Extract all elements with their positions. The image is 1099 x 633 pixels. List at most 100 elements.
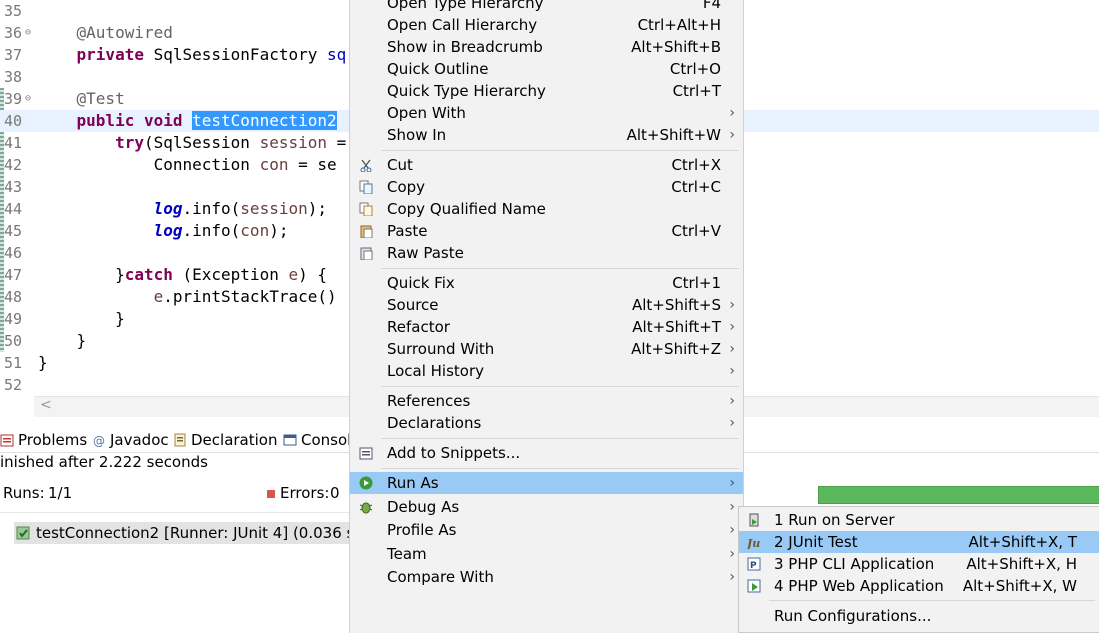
tab-label: Declaration: [191, 431, 278, 449]
menu-item-cut[interactable]: Cut Ctrl+X: [350, 154, 743, 176]
menu-item-quick-type-hierarchy[interactable]: Quick Type Hierarchy Ctrl+T: [350, 80, 743, 102]
menu-item-shortcut: Alt+Shift+Z: [631, 340, 721, 358]
menu-item-label: Cut: [387, 156, 413, 174]
menu-item-open-call-hierarchy[interactable]: Open Call Hierarchy Ctrl+Alt+H: [350, 14, 743, 36]
menu-item-shortcut: F4: [702, 0, 721, 12]
menu-item-label: Quick Fix: [387, 274, 455, 292]
menu-item-add-to-snippets[interactable]: Add to Snippets...: [350, 442, 743, 464]
code-text: }: [38, 353, 48, 372]
menu-item-shortcut: Alt+Shift+W: [626, 126, 721, 144]
menu-item-debug-as[interactable]: Debug As ›: [350, 496, 743, 518]
context-menu: Open Type Hierarchy F4 Open Call Hierarchy…: [349, 0, 744, 633]
error-icon: [267, 490, 275, 498]
menu-item-copy-qualified-name[interactable]: Copy Qualified Name: [350, 198, 743, 220]
tab-label: Javadoc: [110, 431, 169, 449]
menu-item-label: Show in Breadcrumb: [387, 38, 543, 56]
line-number: 46: [4, 244, 23, 262]
menu-item-shortcut: Ctrl+1: [672, 274, 721, 292]
run-icon: [359, 476, 373, 490]
runs-label: Runs:: [3, 484, 45, 502]
menu-separator: [381, 468, 739, 469]
menu-item-label: Refactor: [387, 318, 450, 336]
menu-item-open-type-hierarchy[interactable]: Open Type Hierarchy F4: [350, 0, 743, 14]
menu-separator: [769, 600, 1095, 601]
menu-item-references[interactable]: References ›: [350, 390, 743, 412]
tab-javadoc[interactable]: @ Javadoc: [92, 429, 169, 451]
menu-item-compare-with[interactable]: Compare With ›: [350, 566, 743, 588]
menu-item-shortcut: Ctrl+Alt+H: [637, 16, 721, 34]
line-number: 45: [4, 222, 23, 240]
chevron-right-icon: ›: [729, 127, 735, 143]
menu-item-source[interactable]: Source Alt+Shift+S ›: [350, 294, 743, 316]
menu-separator: [381, 438, 739, 439]
menu-item-local-history[interactable]: Local History ›: [350, 360, 743, 382]
errors-value: 0: [330, 484, 340, 502]
code-text: @Test: [76, 89, 125, 108]
menu-item-quick-outline[interactable]: Quick Outline Ctrl+O: [350, 58, 743, 80]
test-result-label: testConnection2 [Runner: JUnit 4] (0.036…: [36, 524, 361, 542]
svg-text:@: @: [93, 434, 105, 447]
menu-item-label: Copy Qualified Name: [387, 200, 546, 218]
chevron-right-icon: ›: [729, 105, 735, 121]
paste-icon: [360, 225, 373, 238]
menu-item-open-with[interactable]: Open With ›: [350, 102, 743, 124]
tab-declaration[interactable]: Declaration: [173, 429, 277, 451]
chevron-right-icon: ›: [729, 363, 735, 379]
menu-item-paste[interactable]: Paste Ctrl+V: [350, 220, 743, 242]
submenu-item-label: 3 PHP CLI Application: [774, 555, 935, 573]
line-number: 37: [4, 46, 23, 64]
submenu-item-shortcut: Alt+Shift+X, H: [966, 555, 1077, 573]
chevron-right-icon: ›: [729, 569, 735, 586]
menu-item-show-in-breadcrumb[interactable]: Show in Breadcrumb Alt+Shift+B: [350, 36, 743, 58]
submenu-item-run-configurations[interactable]: Run Configurations...: [739, 605, 1099, 627]
chevron-right-icon: ›: [729, 319, 735, 335]
submenu-item-label: 2 JUnit Test: [774, 533, 858, 551]
line-number: 50: [4, 332, 23, 350]
menu-item-label: Declarations: [387, 414, 482, 432]
scroll-left-icon[interactable]: <: [40, 397, 52, 413]
menu-item-team[interactable]: Team ›: [350, 543, 743, 565]
code-text: @Autowired: [76, 23, 173, 42]
menu-separator: [381, 268, 739, 269]
menu-item-quick-fix[interactable]: Quick Fix Ctrl+1: [350, 272, 743, 294]
svg-text:Ju: Ju: [747, 537, 760, 549]
test-result-row[interactable]: testConnection2 [Runner: JUnit 4] (0.036…: [14, 522, 365, 544]
line-number: 52: [4, 376, 23, 394]
menu-item-label: Paste: [387, 222, 428, 240]
svg-text:P: P: [750, 561, 757, 571]
line-number: 44: [4, 200, 23, 218]
submenu-item-3-php-cli-application[interactable]: P 3 PHP CLI Application Alt+Shift+X, H: [739, 553, 1099, 575]
code-text: public void testConnection2: [76, 111, 337, 130]
submenu-item-2-junit-test[interactable]: Ju 2 JUnit Test Alt+Shift+X, T: [739, 531, 1099, 553]
menu-item-shortcut: Ctrl+T: [672, 82, 721, 100]
code-text: e.printStackTrace(): [153, 287, 337, 306]
menu-item-label: Quick Outline: [387, 60, 489, 78]
menu-item-shortcut: Ctrl+V: [671, 222, 721, 240]
menu-item-surround-with[interactable]: Surround With Alt+Shift+Z ›: [350, 338, 743, 360]
line-number: 48: [4, 288, 23, 306]
menu-item-label: Show In: [387, 126, 447, 144]
menu-item-copy[interactable]: Copy Ctrl+C: [350, 176, 743, 198]
fold-icon[interactable]: ⊖: [25, 22, 31, 44]
snippets-icon: [359, 447, 373, 460]
runs-value: 1/1: [48, 484, 73, 502]
fold-icon[interactable]: ⊖: [25, 88, 31, 110]
menu-item-label: Profile As: [387, 521, 457, 540]
submenu-item-4-php-web-application[interactable]: 4 PHP Web Application Alt+Shift+X, W: [739, 575, 1099, 597]
menu-item-refactor[interactable]: Refactor Alt+Shift+T ›: [350, 316, 743, 338]
tab-problems[interactable]: Problems: [0, 429, 87, 451]
submenu-item-1-run-on-server[interactable]: 1 Run on Server: [739, 509, 1099, 531]
menu-item-label: Add to Snippets...: [387, 444, 521, 462]
menu-item-shortcut: Alt+Shift+B: [631, 38, 721, 56]
menu-item-run-as[interactable]: Run As ›: [350, 472, 743, 494]
code-text: Connection con = se: [38, 155, 337, 174]
test-pass-icon: [16, 526, 30, 540]
menu-item-label: Raw Paste: [387, 244, 464, 262]
menu-item-profile-as[interactable]: Profile As ›: [350, 519, 743, 541]
code-text: }: [38, 331, 87, 350]
line-number: 38: [4, 68, 23, 86]
menu-item-raw-paste[interactable]: Raw Paste: [350, 242, 743, 264]
menu-item-show-in[interactable]: Show In Alt+Shift+W ›: [350, 124, 743, 146]
menu-item-label: Quick Type Hierarchy: [387, 82, 546, 100]
menu-item-declarations[interactable]: Declarations ›: [350, 412, 743, 434]
